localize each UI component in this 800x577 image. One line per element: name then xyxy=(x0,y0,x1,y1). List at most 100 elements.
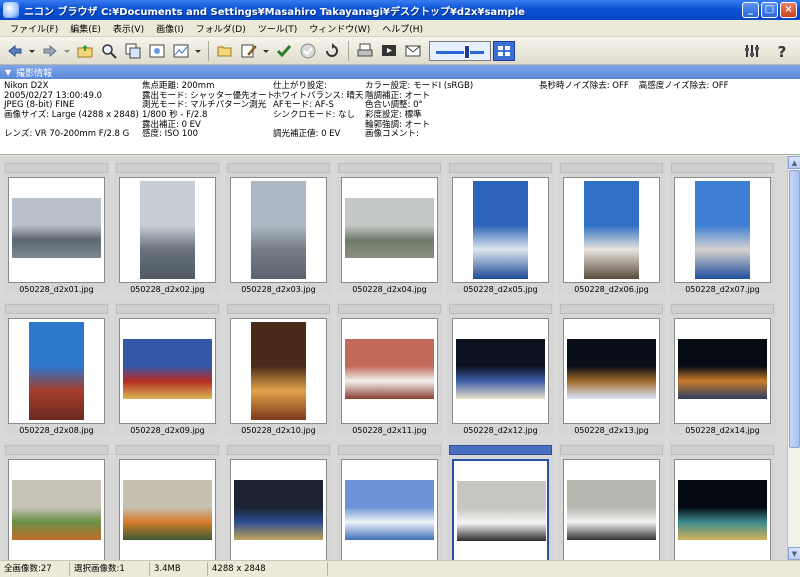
search-icon[interactable] xyxy=(97,40,120,62)
scrollbar-thumb[interactable] xyxy=(789,170,800,448)
print-icon[interactable] xyxy=(353,40,376,62)
thumbnail-frame[interactable] xyxy=(119,318,216,424)
close-button[interactable]: × xyxy=(780,2,797,18)
thumbnail-filename: 050228_d2x11.jpg xyxy=(352,426,427,435)
thumbnail-item[interactable]: 050228_d2x04.jpg xyxy=(336,159,443,294)
thumbnail-item[interactable]: 050228_d2x08.jpg xyxy=(3,300,110,435)
toolbar-separator xyxy=(208,40,209,61)
thumbnail-frame[interactable] xyxy=(8,177,105,283)
thumbnail-filename: 050228_d2x13.jpg xyxy=(574,426,649,435)
thumbnail-item[interactable] xyxy=(447,441,554,560)
thumbnail-frame[interactable] xyxy=(563,459,660,560)
adjust-icon[interactable] xyxy=(121,40,144,62)
thumbnail-frame[interactable] xyxy=(341,459,438,560)
app-icon[interactable] xyxy=(3,2,19,18)
back-dropdown-icon[interactable] xyxy=(27,40,37,62)
thumbnail-frame[interactable] xyxy=(341,318,438,424)
menu-image[interactable]: 画像(I) xyxy=(150,22,190,35)
menu-tools[interactable]: ツール(T) xyxy=(252,22,304,35)
slideshow-icon[interactable] xyxy=(377,40,400,62)
thumbnail-item[interactable]: 050228_d2x06.jpg xyxy=(558,159,665,294)
thumbnail-frame[interactable] xyxy=(452,177,549,283)
info-line: 高感度ノイズ除去: OFF xyxy=(638,81,729,91)
thumbnail-image xyxy=(251,181,306,279)
thumbnail-label-bar xyxy=(449,304,552,314)
thumbnail-frame[interactable] xyxy=(119,459,216,560)
menu-file[interactable]: ファイル(F) xyxy=(4,22,64,35)
thumbnail-item[interactable]: 050228_d2x03.jpg xyxy=(225,159,332,294)
thumbnail-item[interactable]: 050228_d2x10.jpg xyxy=(225,300,332,435)
mail-icon[interactable] xyxy=(401,40,424,62)
thumbnail-frame[interactable] xyxy=(8,459,105,560)
thumbnail-frame[interactable] xyxy=(563,177,660,283)
thumbnail-image xyxy=(251,322,306,420)
thumbnail-frame[interactable] xyxy=(674,318,771,424)
thumbnail-item[interactable]: 050228_d2x14.jpg xyxy=(669,300,776,435)
forward-dropdown-icon[interactable] xyxy=(62,40,72,62)
thumbnail-item[interactable] xyxy=(336,441,443,560)
slider-thumb[interactable] xyxy=(464,44,470,59)
thumbnail-frame[interactable] xyxy=(230,318,327,424)
thumbnail-frame[interactable] xyxy=(563,318,660,424)
thumbnail-frame[interactable] xyxy=(230,177,327,283)
thumbnail-frame[interactable] xyxy=(452,318,549,424)
section-label: 撮影情報 xyxy=(16,68,53,79)
chart-icon[interactable] xyxy=(169,40,192,62)
thumbnail-label-bar xyxy=(560,304,663,314)
maximize-button[interactable]: □ xyxy=(761,2,778,18)
thumbnail-item[interactable]: 050228_d2x02.jpg xyxy=(114,159,221,294)
thumbnail-frame[interactable] xyxy=(674,177,771,283)
thumbnail-image xyxy=(123,339,212,399)
title-bar[interactable]: ニコン ブラウザ C:¥Documents and Settings¥Masah… xyxy=(0,0,800,20)
settings-icon[interactable] xyxy=(740,40,763,62)
thumbnail-frame[interactable] xyxy=(8,318,105,424)
thumbnail-label-bar xyxy=(671,304,774,314)
thumbnail-item[interactable]: 050228_d2x12.jpg xyxy=(447,300,554,435)
thumbnail-item[interactable] xyxy=(114,441,221,560)
view-mode-button[interactable] xyxy=(493,40,515,61)
rotate-icon[interactable] xyxy=(320,40,343,62)
thumbnail-grid[interactable]: 050228_d2x01.jpg 050228_d2x02.jpg 050228_d… xyxy=(0,156,787,560)
thumbnail-item[interactable]: 050228_d2x07.jpg xyxy=(669,159,776,294)
check-icon[interactable] xyxy=(272,40,295,62)
thumbnail-frame[interactable] xyxy=(452,459,549,560)
thumbnail-item[interactable]: 050228_d2x13.jpg xyxy=(558,300,665,435)
thumbnail-item[interactable]: 050228_d2x05.jpg xyxy=(447,159,554,294)
vertical-scrollbar[interactable]: ▲ ▼ xyxy=(787,156,800,560)
minimize-button[interactable]: _ xyxy=(742,2,759,18)
menu-help[interactable]: ヘルプ(H) xyxy=(376,22,429,35)
check-circle-icon[interactable] xyxy=(296,40,319,62)
thumbnail-frame[interactable] xyxy=(230,459,327,560)
thumbnail-item[interactable]: 050228_d2x09.jpg xyxy=(114,300,221,435)
status-selected-count: 選択画像数:1 xyxy=(70,562,150,576)
thumbnail-item[interactable] xyxy=(669,441,776,560)
thumbnail-item[interactable]: 050228_d2x11.jpg xyxy=(336,300,443,435)
thumbnail-item[interactable]: 050228_d2x01.jpg xyxy=(3,159,110,294)
menu-view[interactable]: 表示(V) xyxy=(107,22,150,35)
print-preview-icon[interactable] xyxy=(145,40,168,62)
collapse-triangle-icon[interactable]: ▼ xyxy=(5,68,11,77)
help-icon[interactable]: ? xyxy=(770,40,793,62)
scroll-down-arrow[interactable]: ▼ xyxy=(788,547,800,560)
menu-folder[interactable]: フォルダ(D) xyxy=(190,22,252,35)
edit-icon[interactable] xyxy=(237,40,260,62)
thumbnail-size-slider[interactable] xyxy=(429,40,491,61)
open-folder-icon[interactable] xyxy=(213,40,236,62)
thumbnail-item[interactable] xyxy=(225,441,332,560)
menu-edit[interactable]: 編集(E) xyxy=(64,22,107,35)
thumbnail-frame[interactable] xyxy=(341,177,438,283)
edit-dropdown-icon[interactable] xyxy=(261,40,271,62)
scroll-up-arrow[interactable]: ▲ xyxy=(788,156,800,169)
thumbnail-item[interactable] xyxy=(558,441,665,560)
shooting-info-header[interactable]: ▼ 撮影情報 xyxy=(0,65,800,79)
menu-window[interactable]: ウィンドウ(W) xyxy=(303,22,376,35)
thumbnail-label-bar xyxy=(227,445,330,455)
forward-icon[interactable] xyxy=(38,40,61,62)
slider-track xyxy=(436,50,484,54)
folder-up-icon[interactable] xyxy=(73,40,96,62)
thumbnail-frame[interactable] xyxy=(674,459,771,560)
thumbnail-frame[interactable] xyxy=(119,177,216,283)
chart-dropdown-icon[interactable] xyxy=(193,40,203,62)
back-icon[interactable] xyxy=(3,40,26,62)
thumbnail-item[interactable] xyxy=(3,441,110,560)
